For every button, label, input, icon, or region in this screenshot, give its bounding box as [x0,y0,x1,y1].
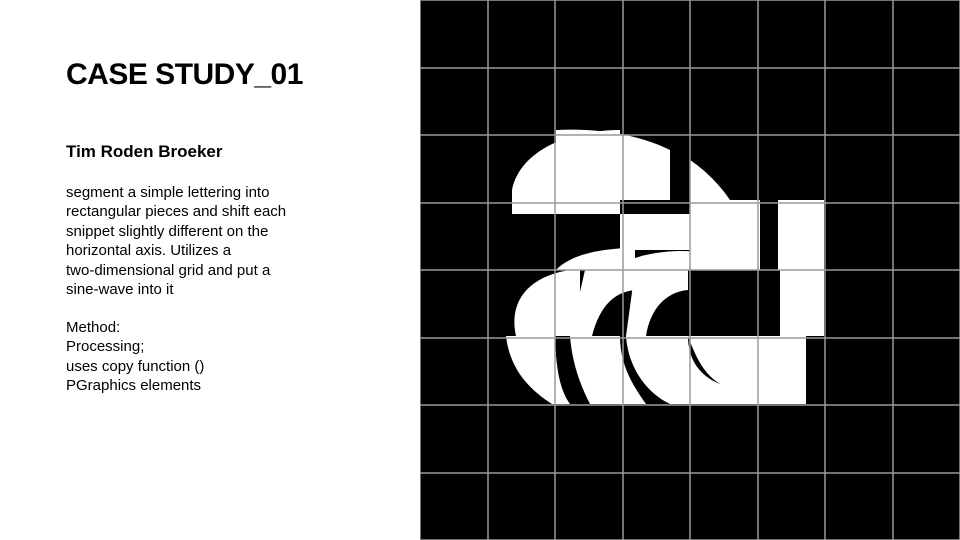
description-line: sine-wave into it [66,281,174,299]
description-line: two-dimensional grid and put a [66,261,271,279]
description-line: rectangular pieces and shift each [66,203,287,221]
letter-fragment [780,270,824,336]
slide-title: CASE STUDY_01 [66,58,303,91]
artwork-canvas [420,0,960,540]
method-heading: Method: [66,319,121,336]
description-line: snippet slightly different on the [66,222,269,240]
description-line: horizontal axis. Utilizes a [66,242,232,260]
letter-fragment [720,384,760,404]
method-list: Method: Processing; uses copy function (… [66,318,386,396]
description-line: segment a simple lettering into [66,184,270,201]
author-name: Tim Roden Broeker [66,142,223,161]
letter-fragment [778,200,824,270]
method-item: PGraphics elements [66,377,202,395]
letter-fragment [760,336,806,404]
letter-fragment [620,214,690,250]
method-item: Processing; [66,338,145,356]
method-item: uses copy function () [66,357,205,375]
description: segment a simple lettering into rectangu… [66,183,386,299]
glitch-lettering-artwork [420,0,960,540]
